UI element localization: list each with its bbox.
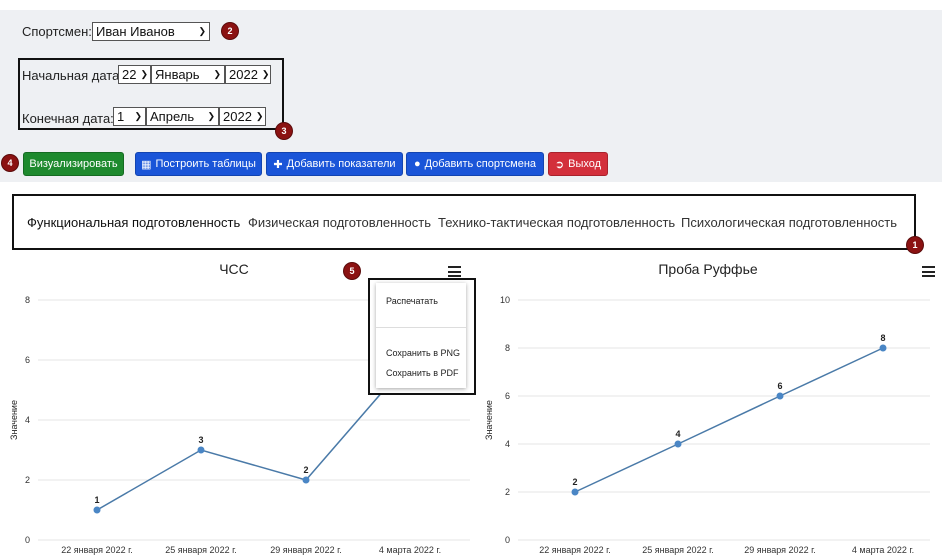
chevron-down-icon: ❯ — [255, 111, 264, 121]
x-tick-label: 4 марта 2022 г. — [852, 545, 914, 555]
data-label: 6 — [777, 381, 782, 391]
add-indicators-label: Добавить показатели — [286, 158, 396, 170]
menu-item-save-png[interactable]: Сохранить в PNG — [386, 348, 460, 358]
x-tick-label: 25 января 2022 г. — [165, 545, 237, 555]
chart-ruffier: Проба Руффье Значение 0 2 4 6 8 10 22 января 202… — [484, 261, 930, 555]
chevron-down-icon: ❯ — [261, 69, 270, 79]
chevron-down-icon: ❯ — [198, 26, 206, 36]
end-day-select[interactable]: 1 ❯ — [113, 107, 146, 126]
start-year-value: 2022 — [229, 67, 258, 82]
y-tick-label: 0 — [505, 535, 510, 545]
y-tick-label: 8 — [505, 343, 510, 353]
x-tick-label: 22 января 2022 г. — [61, 545, 133, 555]
annotation-badge-3: 3 — [276, 123, 292, 139]
y-tick-label: 0 — [25, 535, 30, 545]
y-tick-label: 6 — [505, 391, 510, 401]
export-menu: Распечатать Сохранить в PNG Сохранить в … — [376, 283, 466, 388]
data-label: 2 — [303, 465, 308, 475]
x-tick-label: 25 января 2022 г. — [642, 545, 714, 555]
tab-physical[interactable]: Физическая подготовленность — [248, 215, 431, 230]
add-athlete-label: Добавить спортсмена — [424, 158, 537, 170]
chart-hss-menu-icon[interactable] — [448, 266, 461, 277]
y-tick-label: 6 — [25, 355, 30, 365]
data-point — [571, 488, 579, 496]
series-line — [574, 347, 884, 493]
chart-title: ЧСС — [219, 261, 249, 277]
x-tick-label: 29 января 2022 г. — [744, 545, 816, 555]
data-label: 1 — [94, 495, 99, 505]
end-year-value: 2022 — [223, 109, 252, 124]
menu-divider — [376, 327, 466, 328]
athlete-select[interactable]: Иван Иванов ❯ — [92, 22, 210, 41]
end-month-value: Апрель — [150, 109, 195, 124]
chart-title: Проба Руффье — [658, 261, 758, 277]
data-label: 2 — [572, 477, 577, 487]
data-label: 3 — [198, 435, 203, 445]
y-axis-label: Значение — [484, 400, 494, 440]
data-point — [302, 476, 310, 484]
add-athlete-button[interactable]: ● Добавить спортсмена — [406, 152, 544, 176]
build-tables-label: Построить таблицы — [155, 158, 256, 170]
tab-psychological[interactable]: Психологическая подготовленность — [681, 215, 897, 230]
data-point — [197, 446, 205, 454]
sign-out-icon: ➲ — [554, 158, 565, 171]
annotation-badge-4: 4 — [2, 155, 18, 171]
export-menu-box: Распечатать Сохранить в PNG Сохранить в … — [368, 278, 476, 395]
build-tables-button[interactable]: ▦ Построить таблицы — [135, 152, 262, 176]
x-tick-label: 22 января 2022 г. — [539, 545, 611, 555]
end-year-select[interactable]: 2022 ❯ — [219, 107, 266, 126]
table-icon: ▦ — [141, 158, 152, 171]
annotation-badge-5: 5 — [344, 263, 360, 279]
data-point — [93, 506, 101, 514]
chevron-down-icon: ❯ — [134, 111, 142, 121]
visualize-button-label: Визуализировать — [29, 158, 118, 170]
end-month-select[interactable]: Апрель ❯ — [146, 107, 219, 126]
y-axis-label: Значение — [9, 400, 19, 440]
x-tick-label: 29 января 2022 г. — [270, 545, 342, 555]
series-line — [96, 359, 411, 511]
chevron-down-icon: ❯ — [213, 69, 221, 79]
y-tick-label: 2 — [25, 475, 30, 485]
annotation-badge-2: 2 — [222, 23, 238, 39]
start-day-value: 22 — [122, 67, 137, 82]
add-indicators-button[interactable]: ✚ Добавить показатели — [266, 152, 403, 176]
x-tick-label: 4 марта 2022 г. — [379, 545, 441, 555]
exit-label: Выход — [568, 158, 602, 170]
start-year-select[interactable]: 2022 ❯ — [225, 65, 271, 84]
menu-item-save-pdf[interactable]: Сохранить в PDF — [386, 368, 459, 378]
plus-icon: ✚ — [273, 158, 283, 171]
chart-ruffier-menu-icon[interactable] — [922, 266, 935, 277]
end-day-value: 1 — [117, 109, 125, 124]
start-day-select[interactable]: 22 ❯ — [118, 65, 151, 84]
data-point — [674, 440, 682, 448]
data-label: 4 — [675, 429, 680, 439]
start-month-select[interactable]: Январь ❯ — [151, 65, 225, 84]
y-tick-label: 4 — [25, 415, 30, 425]
chevron-down-icon: ❯ — [140, 69, 149, 79]
tab-functional[interactable]: Функциональная подготовленность — [27, 215, 240, 230]
athlete-select-value: Иван Иванов — [96, 24, 175, 39]
y-tick-label: 10 — [500, 295, 510, 305]
exit-button[interactable]: ➲ Выход — [548, 152, 608, 176]
y-tick-label: 8 — [25, 295, 30, 305]
y-tick-label: 4 — [505, 439, 510, 449]
annotation-badge-1: 1 — [907, 237, 923, 253]
athlete-label: Спортсмен: — [22, 24, 92, 39]
start-month-value: Январь — [155, 67, 200, 82]
tab-technical-tactical[interactable]: Технико-тактическая подготовленность — [438, 215, 675, 230]
data-point — [879, 344, 887, 352]
chevron-down-icon: ❯ — [207, 111, 215, 121]
data-point — [776, 392, 784, 400]
y-tick-label: 2 — [505, 487, 510, 497]
visualize-button[interactable]: Визуализировать — [23, 152, 124, 176]
user-icon: ● — [413, 158, 421, 170]
menu-item-print[interactable]: Распечатать — [386, 296, 438, 306]
start-date-label: Начальная дата: — [22, 68, 123, 83]
data-label: 8 — [880, 333, 885, 343]
end-date-label: Конечная дата: — [22, 111, 114, 126]
